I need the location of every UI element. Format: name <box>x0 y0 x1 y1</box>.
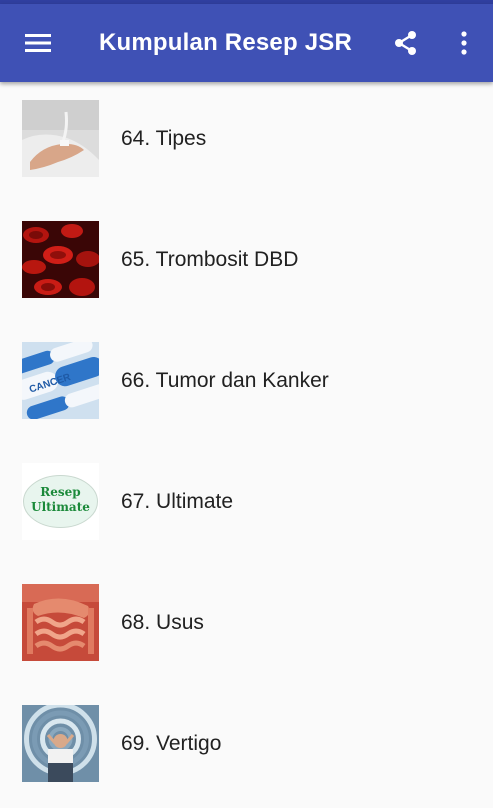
vertigo-image <box>22 705 99 782</box>
more-vert-icon <box>461 31 467 55</box>
iv-drip-hand-image <box>22 100 99 177</box>
recipe-list: 64. Tipes 65. Trombosit DBD CANCER 66. T… <box>0 82 493 808</box>
item-label: 67. Ultimate <box>121 490 234 513</box>
item-label: 64. Tipes <box>121 127 207 150</box>
logo-text-ultimate: Ultimate <box>31 500 90 514</box>
share-icon <box>395 31 416 55</box>
intestine-image <box>22 584 99 661</box>
menu-icon <box>25 34 51 52</box>
item-label: 68. Usus <box>121 611 204 634</box>
logo-text-resep: Resep <box>40 485 80 499</box>
app-bar: Kumpulan Resep JSR <box>0 4 493 82</box>
share-button[interactable] <box>386 23 426 63</box>
list-item[interactable]: 64. Tipes <box>0 82 493 203</box>
list-item[interactable]: Resep Ultimate 67. Ultimate <box>0 445 493 566</box>
more-options-button[interactable] <box>444 23 484 63</box>
list-item[interactable]: 69. Vertigo <box>0 687 493 808</box>
red-blood-cells-image <box>22 221 99 298</box>
list-item[interactable]: 68. Usus <box>0 566 493 687</box>
cancer-pills-image: CANCER <box>22 342 99 419</box>
item-label: 66. Tumor dan Kanker <box>121 369 329 392</box>
item-label: 65. Trombosit DBD <box>121 248 299 271</box>
item-label: 69. Vertigo <box>121 732 222 755</box>
list-item[interactable]: CANCER 66. Tumor dan Kanker <box>0 324 493 445</box>
menu-button[interactable] <box>18 23 58 63</box>
resep-ultimate-logo: Resep Ultimate <box>22 463 99 540</box>
app-title: Kumpulan Resep JSR <box>99 29 352 56</box>
list-item[interactable]: 65. Trombosit DBD <box>0 203 493 324</box>
